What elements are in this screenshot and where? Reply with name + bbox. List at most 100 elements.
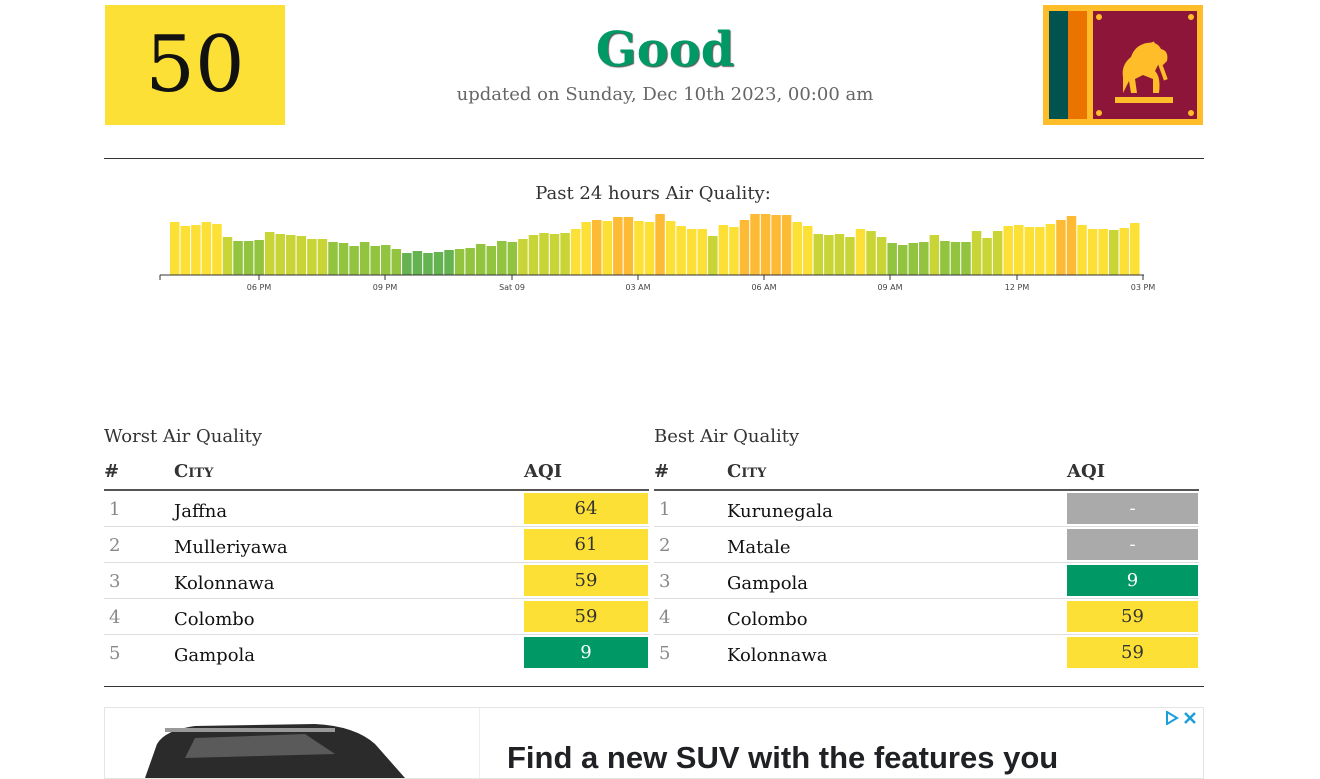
chart-bar[interactable] xyxy=(317,239,328,275)
chart-bar[interactable] xyxy=(233,241,243,275)
chart-bar[interactable] xyxy=(170,222,180,275)
chart-bar[interactable] xyxy=(212,224,222,275)
chart-bar[interactable] xyxy=(307,239,317,275)
chart-bar[interactable] xyxy=(581,222,591,275)
chart-bar[interactable] xyxy=(191,225,201,275)
chart-bar[interactable] xyxy=(412,251,423,275)
chart-bar[interactable] xyxy=(739,220,750,275)
chart-bar[interactable] xyxy=(1108,230,1119,275)
city-link[interactable]: Gampola xyxy=(727,573,808,594)
chart-bar[interactable] xyxy=(391,249,402,275)
chart-bar[interactable] xyxy=(1087,229,1098,275)
city-link[interactable]: Colombo xyxy=(174,609,255,630)
ad-headline[interactable]: Find a new SUV with the features you xyxy=(507,740,1058,776)
chart-bar[interactable] xyxy=(402,253,412,275)
chart-bar[interactable] xyxy=(697,229,708,275)
chart-bar[interactable] xyxy=(686,229,697,275)
chart-bar[interactable] xyxy=(201,222,212,275)
chart-bar[interactable] xyxy=(813,234,824,275)
chart-bar[interactable] xyxy=(381,245,391,275)
chart-bar[interactable] xyxy=(507,242,518,275)
chart-bar[interactable] xyxy=(655,214,665,275)
chart-bar[interactable] xyxy=(1003,226,1013,275)
chart-bar[interactable] xyxy=(866,231,876,275)
chart-bar[interactable] xyxy=(971,231,982,275)
chart-bar[interactable] xyxy=(876,237,887,275)
chart-bar[interactable] xyxy=(676,226,686,275)
chart-bar[interactable] xyxy=(475,244,486,275)
chart-bar[interactable] xyxy=(708,236,718,275)
chart-bar[interactable] xyxy=(929,235,940,275)
chart-bar[interactable] xyxy=(539,233,549,275)
chart-bar[interactable] xyxy=(465,248,475,275)
chart-bar[interactable] xyxy=(855,229,866,275)
chart-bar[interactable] xyxy=(613,217,623,275)
chart-bar[interactable] xyxy=(254,240,264,275)
chart-bar[interactable] xyxy=(771,215,781,275)
chart-bar[interactable] xyxy=(992,231,1003,275)
chart-bar[interactable] xyxy=(919,242,929,275)
chart-bar[interactable] xyxy=(1066,216,1077,275)
chart-bar[interactable] xyxy=(834,234,845,275)
close-icon[interactable] xyxy=(1183,710,1197,729)
chart-bar[interactable] xyxy=(1098,229,1108,275)
suv-car-icon[interactable] xyxy=(105,708,480,778)
city-link[interactable]: Kolonnawa xyxy=(727,645,827,666)
chart-bar[interactable] xyxy=(792,222,802,275)
chart-bar[interactable] xyxy=(560,233,570,275)
chart-bar[interactable] xyxy=(486,246,497,275)
chart-bar[interactable] xyxy=(243,241,254,275)
chart-bar[interactable] xyxy=(497,241,507,275)
chart-bar[interactable] xyxy=(264,232,275,275)
chart-bar[interactable] xyxy=(370,246,380,275)
chart-bar[interactable] xyxy=(570,229,581,275)
chart-bar[interactable] xyxy=(518,239,528,275)
chart-bar[interactable] xyxy=(592,220,602,275)
chart-bar[interactable] xyxy=(665,221,676,275)
city-link[interactable]: Mulleriyawa xyxy=(174,537,288,558)
chart-bar[interactable] xyxy=(908,243,919,275)
city-link[interactable]: Kolonnawa xyxy=(174,573,274,594)
chart-bar[interactable] xyxy=(296,236,307,275)
chart-bar[interactable] xyxy=(781,215,792,275)
chart-bar[interactable] xyxy=(602,221,613,275)
chart-bar[interactable] xyxy=(275,234,286,275)
city-link[interactable]: Gampola xyxy=(174,645,255,666)
chart-bar[interactable] xyxy=(750,214,760,275)
chart-bar[interactable] xyxy=(940,241,950,275)
city-link[interactable]: Colombo xyxy=(727,609,808,630)
chart-bar[interactable] xyxy=(1045,224,1056,275)
chart-bar[interactable] xyxy=(1130,223,1140,275)
chart-bar[interactable] xyxy=(549,234,560,275)
chart-bar[interactable] xyxy=(359,242,370,275)
chart-bar[interactable] xyxy=(1024,227,1035,275)
chart-bar[interactable] xyxy=(729,227,739,275)
chart-bar[interactable] xyxy=(349,246,359,275)
chart-bar[interactable] xyxy=(644,222,655,275)
city-link[interactable]: Matale xyxy=(727,537,791,558)
chart-bar[interactable] xyxy=(222,237,233,275)
chart-bar[interactable] xyxy=(623,217,634,275)
chart-bar[interactable] xyxy=(803,226,813,275)
chart-bar[interactable] xyxy=(180,226,191,275)
city-link[interactable]: Jaffna xyxy=(174,501,227,522)
chart-bar[interactable] xyxy=(1119,228,1130,275)
chart-bar[interactable] xyxy=(423,253,433,275)
chart-bar[interactable] xyxy=(444,250,454,275)
adchoices-icon[interactable] xyxy=(1165,710,1179,729)
chart-bar[interactable] xyxy=(433,252,444,275)
chart-bar[interactable] xyxy=(961,242,971,275)
chart-bar[interactable] xyxy=(634,221,644,275)
chart-bar[interactable] xyxy=(286,235,296,275)
chart-bar[interactable] xyxy=(338,243,349,275)
chart-bar[interactable] xyxy=(950,242,961,275)
chart-bar[interactable] xyxy=(887,243,897,275)
chart-bar[interactable] xyxy=(1014,225,1024,275)
chart-bar[interactable] xyxy=(528,235,539,275)
chart-bar[interactable] xyxy=(328,242,338,275)
chart-bar[interactable] xyxy=(718,225,729,275)
advertisement[interactable]: Find a new SUV with the features you xyxy=(104,707,1204,779)
chart-bar[interactable] xyxy=(1056,220,1066,275)
chart-bar[interactable] xyxy=(824,235,834,275)
chart-bar[interactable] xyxy=(897,245,908,275)
